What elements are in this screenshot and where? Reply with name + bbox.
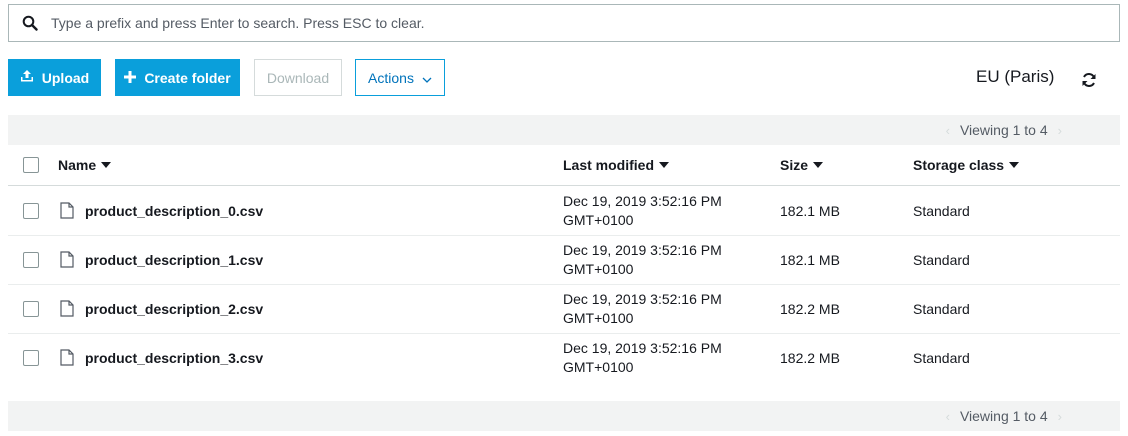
- search-icon: [9, 15, 51, 31]
- upload-icon: [20, 69, 34, 86]
- storage-class: Standard: [913, 301, 970, 317]
- download-label: Download: [266, 69, 330, 86]
- create-folder-label: Create folder: [144, 69, 231, 86]
- file-name[interactable]: product_description_2.csv: [85, 301, 263, 317]
- storage-class: Standard: [913, 203, 970, 219]
- search-box[interactable]: [8, 4, 1120, 42]
- last-modified-tz: GMT+0100: [563, 261, 634, 277]
- pagination-bottom: ‹ Viewing 1 to 4 ›: [8, 401, 1120, 431]
- region-label: EU (Paris): [976, 67, 1055, 86]
- download-button[interactable]: Download: [254, 59, 342, 96]
- file-name[interactable]: product_description_3.csv: [85, 350, 263, 366]
- last-modified-tz: GMT+0100: [563, 359, 634, 375]
- sort-caret-icon: [813, 162, 824, 168]
- chevron-down-icon: [422, 70, 432, 86]
- column-storage-class-label: Storage class: [913, 157, 1005, 173]
- column-name-header[interactable]: Name: [58, 157, 112, 173]
- sort-caret-icon: [1009, 162, 1020, 168]
- file-size: 182.1 MB: [780, 252, 840, 268]
- chevron-left-icon[interactable]: ‹: [946, 409, 950, 424]
- last-modified: Dec 19, 2019 3:52:16 PM GMT+0100: [563, 241, 722, 279]
- table-row[interactable]: product_description_0.csv Dec 19, 2019 3…: [8, 187, 1120, 236]
- file-size: 182.2 MB: [780, 350, 840, 366]
- file-size: 182.1 MB: [780, 203, 840, 219]
- last-modified-tz: GMT+0100: [563, 212, 634, 228]
- file-icon: [60, 251, 74, 271]
- last-modified-date: Dec 19, 2019 3:52:16 PM: [563, 291, 722, 307]
- file-size: 182.2 MB: [780, 301, 840, 317]
- search-input[interactable]: [51, 5, 1119, 41]
- storage-class: Standard: [913, 350, 970, 366]
- file-icon: [60, 202, 74, 222]
- table-row[interactable]: product_description_2.csv Dec 19, 2019 3…: [8, 285, 1120, 334]
- refresh-icon[interactable]: [1080, 71, 1098, 89]
- column-last-modified-header[interactable]: Last modified: [563, 157, 670, 173]
- last-modified-date: Dec 19, 2019 3:52:16 PM: [563, 340, 722, 356]
- last-modified: Dec 19, 2019 3:52:16 PM GMT+0100: [563, 192, 722, 230]
- column-size-label: Size: [780, 157, 809, 173]
- sort-caret-icon: [659, 162, 670, 168]
- last-modified-tz: GMT+0100: [563, 310, 634, 326]
- row-checkbox[interactable]: [23, 301, 39, 317]
- actions-dropdown[interactable]: Actions: [355, 59, 445, 96]
- file-name[interactable]: product_description_0.csv: [85, 203, 263, 219]
- chevron-left-icon[interactable]: ‹: [946, 123, 950, 138]
- column-storage-class-header[interactable]: Storage class: [913, 157, 1020, 173]
- storage-class: Standard: [913, 252, 970, 268]
- file-icon: [60, 300, 74, 320]
- table-header: Name Last modified Size Storage class: [8, 145, 1120, 186]
- actions-label: Actions: [368, 69, 414, 86]
- row-checkbox[interactable]: [23, 350, 39, 366]
- plus-icon: [124, 70, 137, 86]
- viewing-count: Viewing 1 to 4: [959, 408, 1048, 424]
- row-checkbox[interactable]: [23, 252, 39, 268]
- file-icon: [60, 349, 74, 369]
- column-size-header[interactable]: Size: [780, 157, 824, 173]
- select-all-checkbox[interactable]: [23, 157, 39, 173]
- upload-label: Upload: [41, 69, 90, 86]
- upload-button[interactable]: Upload: [8, 59, 101, 96]
- last-modified: Dec 19, 2019 3:52:16 PM GMT+0100: [563, 290, 722, 328]
- create-folder-button[interactable]: Create folder: [115, 59, 240, 96]
- last-modified-date: Dec 19, 2019 3:52:16 PM: [563, 193, 722, 209]
- toolbar: Upload Create folder Download Actions EU…: [8, 59, 1120, 96]
- table-row[interactable]: product_description_1.csv Dec 19, 2019 3…: [8, 236, 1120, 285]
- column-last-modified-label: Last modified: [563, 157, 655, 173]
- pagination-top: ‹ Viewing 1 to 4 ›: [8, 115, 1120, 145]
- file-name[interactable]: product_description_1.csv: [85, 252, 263, 268]
- last-modified-date: Dec 19, 2019 3:52:16 PM: [563, 242, 722, 258]
- table-row[interactable]: product_description_3.csv Dec 19, 2019 3…: [8, 334, 1120, 383]
- chevron-right-icon[interactable]: ›: [1058, 409, 1062, 424]
- viewing-count: Viewing 1 to 4: [959, 122, 1048, 138]
- chevron-right-icon[interactable]: ›: [1058, 123, 1062, 138]
- row-checkbox[interactable]: [23, 203, 39, 219]
- sort-caret-icon: [101, 162, 112, 168]
- last-modified: Dec 19, 2019 3:52:16 PM GMT+0100: [563, 339, 722, 377]
- column-name-label: Name: [58, 157, 97, 173]
